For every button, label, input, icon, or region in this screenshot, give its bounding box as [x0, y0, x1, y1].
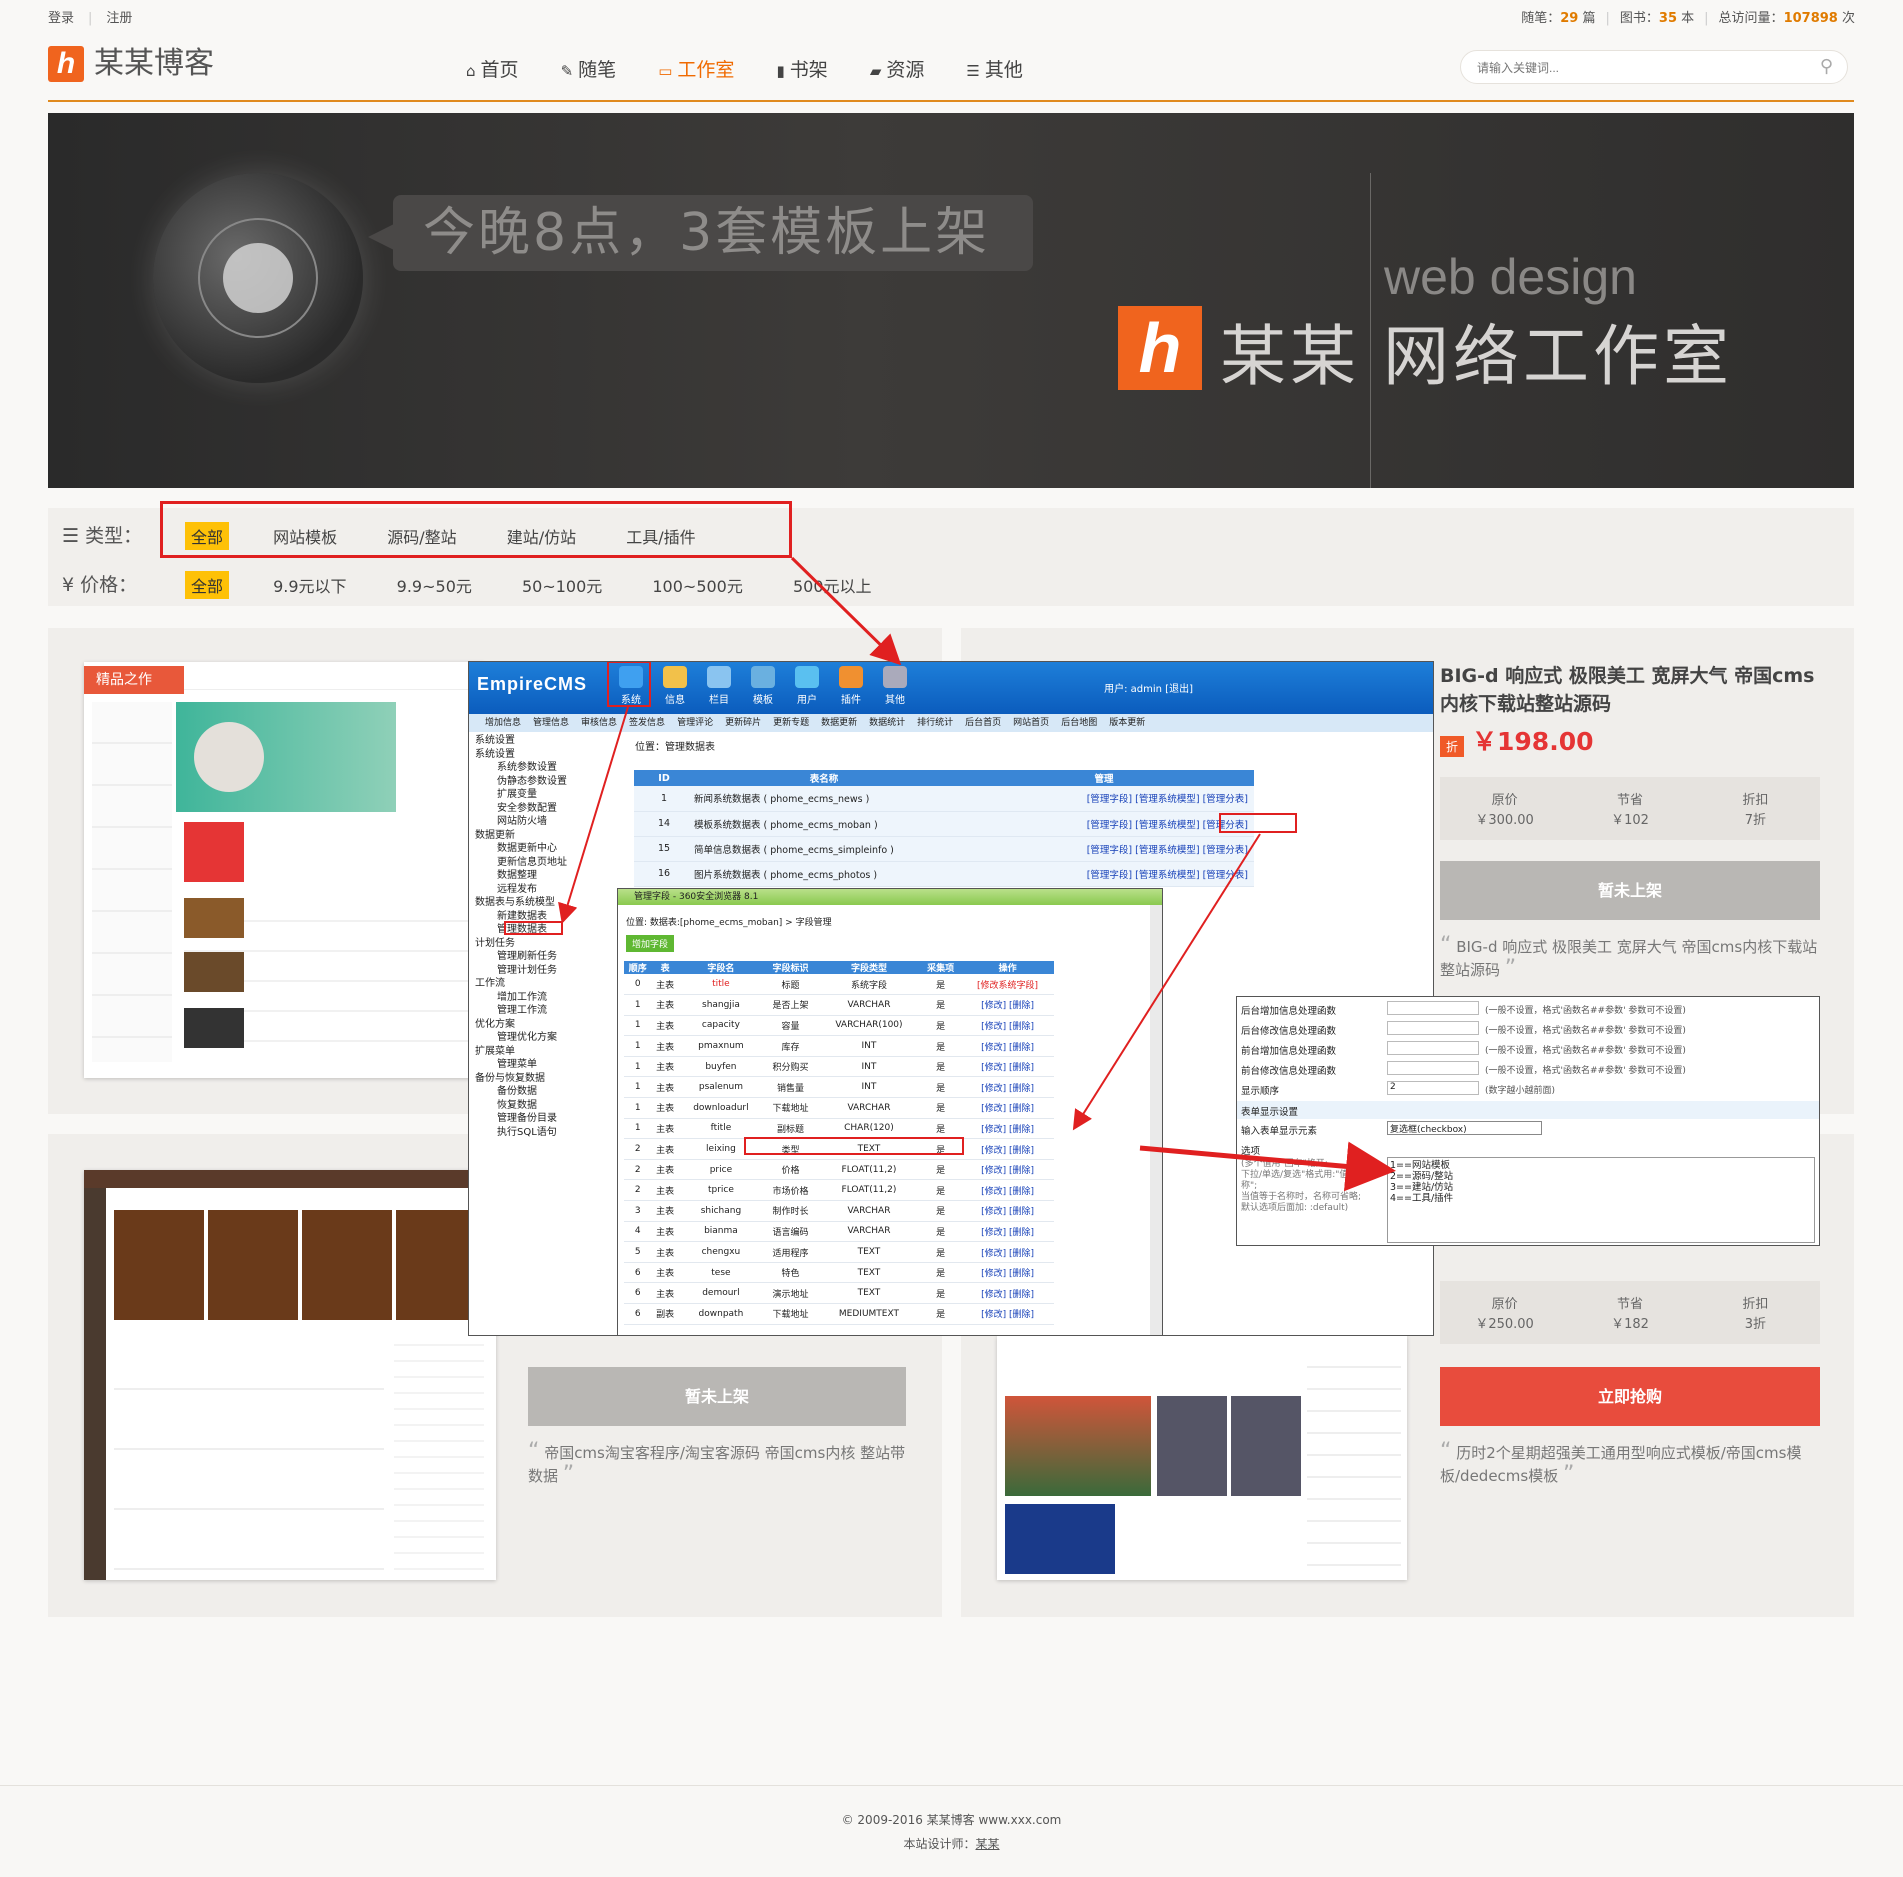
designer-label: 本站设计师：: [903, 1837, 976, 1851]
arrow-4: [1139, 1141, 1396, 1192]
copyright: © 2009-2016 某某博客 www.xxx.com: [841, 1813, 1062, 1827]
site-footer: © 2009-2016 某某博客 www.xxx.com 本站设计师：某某: [0, 1785, 1903, 1877]
designer-link[interactable]: 某某: [976, 1837, 1000, 1851]
annotation-arrows: [558, 556, 1396, 1192]
arrow-3: [1072, 833, 1261, 1131]
arrow-2: [558, 706, 629, 924]
arrow-1: [790, 556, 902, 666]
